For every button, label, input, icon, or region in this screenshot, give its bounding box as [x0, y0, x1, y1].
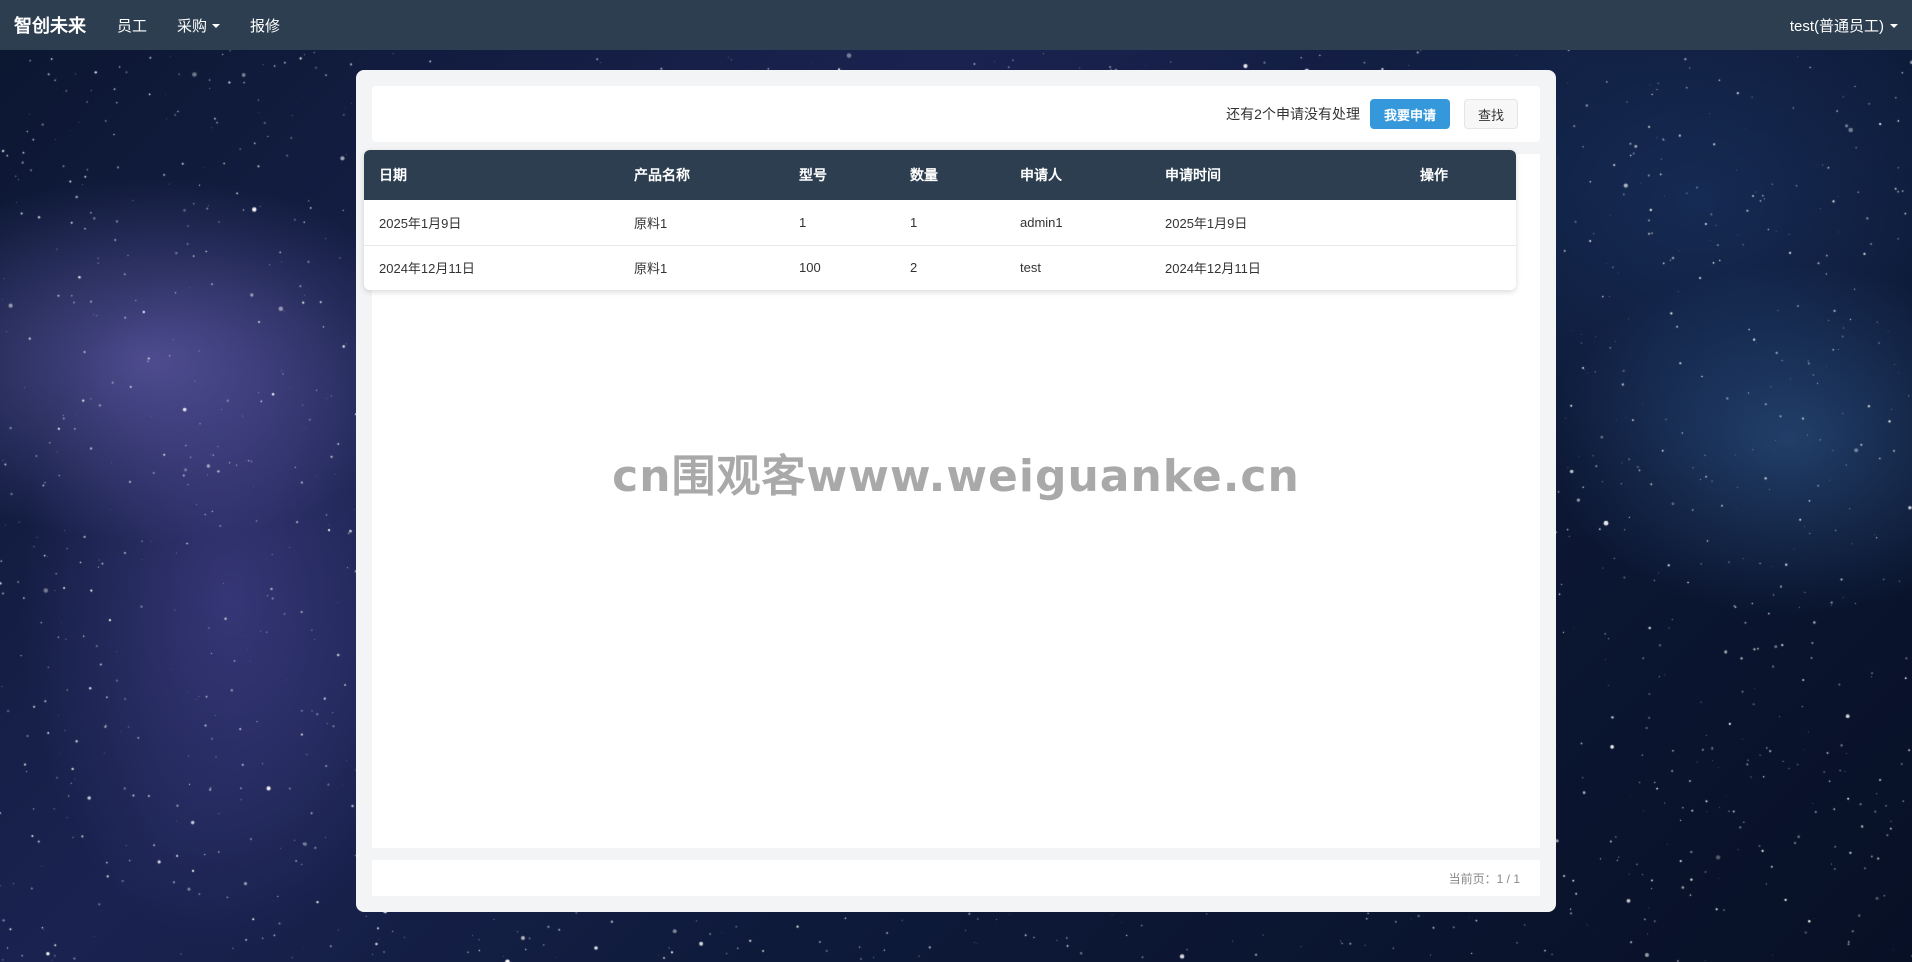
cell-product-name: 原料1 — [634, 215, 668, 231]
pagination-text: 当前页：1 / 1 — [1448, 871, 1520, 886]
pending-requests-text: 还有2个申请没有处理 — [1226, 106, 1360, 122]
cell-applicant: test — [1020, 260, 1041, 276]
cell-date: 2025年1月9日 — [379, 215, 462, 231]
top-navbar: 智创未来 员工 采购 报修 test(普通员工) — [0, 0, 1912, 50]
requests-table: 日期 产品名称 型号 数量 申请人 申请时间 操作 2025年1月9日 原料1 … — [364, 150, 1516, 290]
header-date: 日期 — [379, 167, 407, 183]
user-name: test(普通员工) — [1789, 17, 1884, 35]
header-model: 型号 — [799, 167, 827, 183]
cell-apply-time: 2024年12月11日 — [1165, 261, 1261, 277]
table-row: 2025年1月9日 原料1 1 1 admin1 2025年1月9日 — [364, 200, 1516, 245]
nav-item-repair[interactable]: 报修 — [235, 15, 295, 36]
header-product-name: 产品名称 — [634, 167, 690, 183]
nav-item-repair-label: 报修 — [250, 17, 281, 35]
requests-table-wrapper: 日期 产品名称 型号 数量 申请人 申请时间 操作 2025年1月9日 原料1 … — [364, 150, 1516, 290]
nav-item-staff[interactable]: 员工 — [102, 15, 162, 36]
cell-model: 1 — [799, 214, 807, 230]
nav-item-purchase[interactable]: 采购 — [162, 15, 235, 36]
nav-item-staff-label: 员工 — [117, 17, 148, 35]
caret-down-icon — [212, 24, 221, 28]
header-quantity: 数量 — [910, 167, 938, 183]
main-panel: 还有2个申请没有处理 我要申请 查找 日期 产品名称 型号 数量 申请人 申请时… — [356, 70, 1556, 912]
cell-date: 2024年12月11日 — [379, 261, 475, 277]
cell-apply-time: 2025年1月9日 — [1165, 215, 1248, 231]
table-row: 2024年12月11日 原料1 100 2 test 2024年12月11日 — [364, 245, 1516, 290]
cell-quantity: 1 — [910, 214, 918, 230]
table-header-row: 日期 产品名称 型号 数量 申请人 申请时间 操作 — [364, 150, 1516, 200]
cell-actions — [1405, 245, 1516, 290]
pagination-bar: 当前页：1 / 1 — [372, 860, 1540, 896]
cell-actions — [1405, 200, 1516, 245]
apply-button[interactable]: 我要申请 — [1369, 99, 1450, 129]
user-menu[interactable]: test(普通员工) — [1790, 15, 1898, 36]
search-button[interactable]: 查找 — [1463, 99, 1518, 129]
nav-item-purchase-label: 采购 — [177, 17, 208, 35]
cell-quantity: 2 — [910, 260, 918, 276]
cell-product-name: 原料1 — [634, 261, 668, 277]
brand-logo[interactable]: 智创未来 — [14, 12, 86, 38]
toolbar: 还有2个申请没有处理 我要申请 查找 — [372, 86, 1540, 142]
header-actions: 操作 — [1420, 167, 1448, 183]
header-applicant: 申请人 — [1020, 167, 1062, 183]
cell-model: 100 — [799, 260, 821, 276]
caret-down-icon — [1890, 24, 1898, 28]
cell-applicant: admin1 — [1020, 214, 1063, 230]
header-apply-time: 申请时间 — [1165, 167, 1221, 183]
